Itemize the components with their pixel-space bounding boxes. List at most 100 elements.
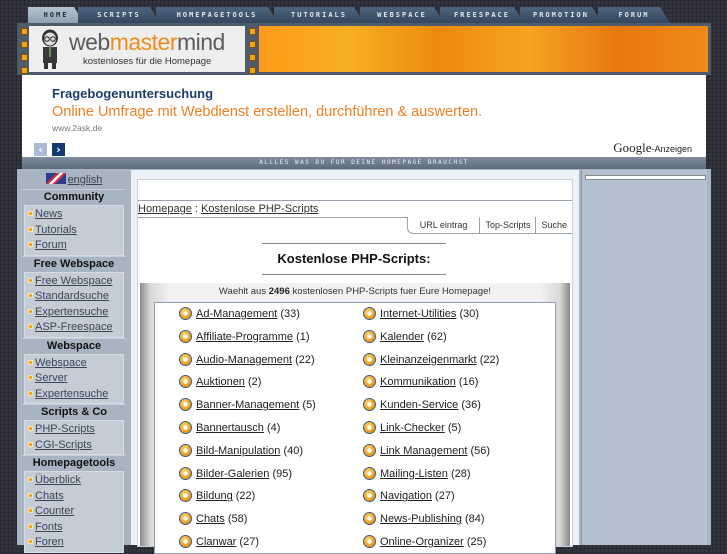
breadcrumb-home[interactable]: Homepage bbox=[138, 203, 192, 215]
category-link[interactable]: Chats bbox=[196, 513, 225, 525]
sidebar-item-tutorials[interactable]: Tutorials bbox=[25, 223, 123, 239]
category-count: (58) bbox=[227, 513, 248, 526]
category-item[interactable]: Bannertausch (4) bbox=[179, 417, 316, 440]
sidebar-item-expertensuche[interactable]: Expertensuche bbox=[25, 387, 123, 403]
category-link[interactable]: Bilder-Galerien bbox=[196, 468, 269, 480]
category-link[interactable]: Navigation bbox=[380, 490, 432, 502]
category-link[interactable]: Kommunikation bbox=[380, 376, 456, 388]
category-item[interactable]: Link-Checker (5) bbox=[363, 417, 499, 440]
ad-text[interactable]: Online Umfrage mit Webdienst erstellen, … bbox=[52, 104, 482, 120]
category-arrow-icon bbox=[363, 398, 376, 412]
bullet-icon bbox=[28, 477, 33, 482]
category-item[interactable]: Ad-Management (33) bbox=[179, 303, 316, 326]
sidebar-item-php-scripts[interactable]: PHP-Scripts bbox=[25, 422, 123, 438]
category-item[interactable]: Bildung (22) bbox=[179, 485, 316, 508]
google-ads-label[interactable]: Google-Anzeigen bbox=[613, 140, 692, 156]
category-item[interactable]: Kleinanzeigenmarkt (22) bbox=[363, 349, 499, 372]
category-link[interactable]: Internet-Utilities bbox=[380, 308, 456, 320]
category-arrow-icon bbox=[179, 352, 192, 366]
sidebar-item-fonts[interactable]: Fonts bbox=[25, 520, 123, 536]
breadcrumb-current[interactable]: Kostenlose PHP-Scripts bbox=[201, 203, 318, 215]
category-arrow-icon bbox=[363, 352, 376, 366]
category-count: (62) bbox=[427, 330, 447, 343]
tab-scripts[interactable]: Scripts bbox=[78, 7, 160, 23]
bullet-icon bbox=[28, 426, 33, 431]
category-link[interactable]: Link-Checker bbox=[380, 422, 445, 434]
category-count: (22) bbox=[479, 353, 500, 366]
category-item[interactable]: News-Publishing (84) bbox=[363, 508, 499, 531]
category-link[interactable]: Auktionen bbox=[196, 376, 245, 388]
chevron-left-icon[interactable]: ‹ bbox=[34, 143, 47, 156]
category-item[interactable]: Chats (58) bbox=[179, 508, 316, 531]
category-link[interactable]: Affiliate-Programme bbox=[196, 331, 293, 343]
category-arrow-icon bbox=[179, 398, 192, 412]
category-link[interactable]: News-Publishing bbox=[380, 513, 462, 525]
category-count: (56) bbox=[470, 444, 491, 457]
category-link[interactable]: Audio-Management bbox=[196, 354, 292, 366]
category-item[interactable]: Bilder-Galerien (95) bbox=[179, 463, 316, 486]
sidebar-item-cgi-scripts[interactable]: CGI-Scripts bbox=[25, 438, 123, 454]
tab-freespace[interactable]: Freespace bbox=[440, 7, 524, 23]
tab-forum[interactable]: Forum bbox=[598, 7, 670, 23]
sidebar-item-webspace[interactable]: Webspace bbox=[25, 356, 123, 372]
chevron-right-icon[interactable]: › bbox=[52, 143, 65, 156]
sidebar-item-news[interactable]: News bbox=[25, 207, 123, 223]
category-item[interactable]: Online-Organizer (25) bbox=[363, 531, 499, 554]
sidebar-section-title: Homepagetools bbox=[22, 455, 126, 471]
sidebar-item-asp-freespace[interactable]: ASP-Freespace bbox=[25, 320, 123, 336]
category-arrow-icon bbox=[179, 466, 192, 480]
tab-promotion[interactable]: Promotion bbox=[520, 7, 602, 23]
category-item[interactable]: Clanwar (27) bbox=[179, 531, 316, 554]
category-link[interactable]: Bild-Manipulation bbox=[196, 445, 280, 457]
category-item[interactable]: Affiliate-Programme (1) bbox=[179, 326, 316, 349]
url-eintrag-button[interactable]: URL eintrag bbox=[406, 217, 480, 234]
sidebar-item-expertensuche[interactable]: Expertensuche bbox=[25, 305, 123, 321]
category-link[interactable]: Mailing-Listen bbox=[380, 468, 448, 480]
category-link[interactable]: Bannertausch bbox=[196, 422, 264, 434]
category-item[interactable]: Banner-Management (5) bbox=[179, 394, 316, 417]
category-item[interactable]: Mailing-Listen (28) bbox=[363, 463, 499, 486]
category-link[interactable]: Kunden-Service bbox=[380, 399, 458, 411]
category-item[interactable]: Auktionen (2) bbox=[179, 371, 316, 394]
category-item[interactable]: Internet-Utilities (30) bbox=[363, 303, 499, 326]
category-link[interactable]: Link Management bbox=[380, 445, 467, 457]
tab-home[interactable]: Home bbox=[28, 7, 84, 23]
category-link[interactable]: Ad-Management bbox=[196, 308, 277, 320]
sidebar-section-title: Community bbox=[22, 189, 126, 205]
tab-webspace[interactable]: Webspace bbox=[360, 7, 444, 23]
category-link[interactable]: Banner-Management bbox=[196, 399, 299, 411]
category-arrow-icon bbox=[363, 512, 376, 526]
slogan-strip: Allles was du fur deine Homepage brauchs… bbox=[22, 157, 706, 169]
sidebar-item-forum[interactable]: Forum bbox=[25, 238, 123, 254]
site-logo[interactable]: webmastermind kostenloses für die Homepa… bbox=[29, 26, 245, 72]
category-link[interactable]: Clanwar bbox=[196, 536, 236, 548]
tab-tutorials[interactable]: Tutorials bbox=[274, 7, 364, 23]
sidebar-item-chats[interactable]: Chats bbox=[25, 489, 123, 505]
sidebar-item-counter[interactable]: Counter bbox=[25, 504, 123, 520]
category-count: (25) bbox=[466, 535, 487, 548]
category-link[interactable]: Kalender bbox=[380, 331, 424, 343]
sidebar-item-standardsuche[interactable]: Standardsuche bbox=[25, 289, 123, 305]
category-item[interactable]: Audio-Management (22) bbox=[179, 349, 316, 372]
category-link[interactable]: Kleinanzeigenmarkt bbox=[380, 354, 477, 366]
ad-title[interactable]: Fragebogenuntersuchung bbox=[52, 86, 213, 101]
flag-icon bbox=[45, 173, 66, 184]
suche-button[interactable]: Suche bbox=[535, 217, 572, 234]
ad-url[interactable]: www.2ask.de bbox=[52, 123, 102, 133]
category-item[interactable]: Kalender (62) bbox=[363, 326, 499, 349]
category-item[interactable]: Kunden-Service (36) bbox=[363, 394, 499, 417]
sidebar-item-foren[interactable]: Foren bbox=[25, 535, 123, 551]
category-item[interactable]: Bild-Manipulation (40) bbox=[179, 440, 316, 463]
language-link[interactable]: english bbox=[68, 174, 103, 186]
language-switch[interactable]: english bbox=[22, 170, 126, 189]
tab-homepagetools[interactable]: Homepagetools bbox=[156, 7, 278, 23]
category-link[interactable]: Online-Organizer bbox=[380, 536, 464, 548]
category-link[interactable]: Bildung bbox=[196, 490, 233, 502]
sidebar-item-server[interactable]: Server bbox=[25, 371, 123, 387]
sidebar-item-ueberblick[interactable]: Überblick bbox=[25, 473, 123, 489]
category-item[interactable]: Navigation (27) bbox=[363, 485, 499, 508]
category-item[interactable]: Kommunikation (16) bbox=[363, 371, 499, 394]
category-item[interactable]: Link Management (56) bbox=[363, 440, 499, 463]
top-scripts-button[interactable]: Top-Scripts bbox=[479, 217, 536, 234]
sidebar-item-free-webspace[interactable]: Free Webspace bbox=[25, 274, 123, 290]
